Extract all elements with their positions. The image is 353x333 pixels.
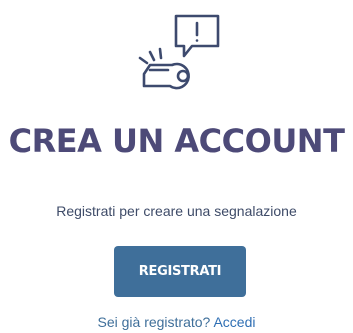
register-button[interactable]: REGISTRATI — [114, 246, 246, 297]
signup-screen: CREA UN ACCOUNT Registrati per creare un… — [0, 0, 353, 333]
login-link[interactable]: Accedi — [213, 314, 255, 330]
page-title: CREA UN ACCOUNT — [8, 122, 345, 160]
intro-text: Registrati per creare una segnalazione — [56, 203, 297, 219]
login-prompt-text: Sei già registrato? — [97, 314, 211, 330]
login-prompt: Sei già registrato? Accedi — [0, 314, 353, 330]
whistle-alert-icon — [134, 8, 224, 98]
